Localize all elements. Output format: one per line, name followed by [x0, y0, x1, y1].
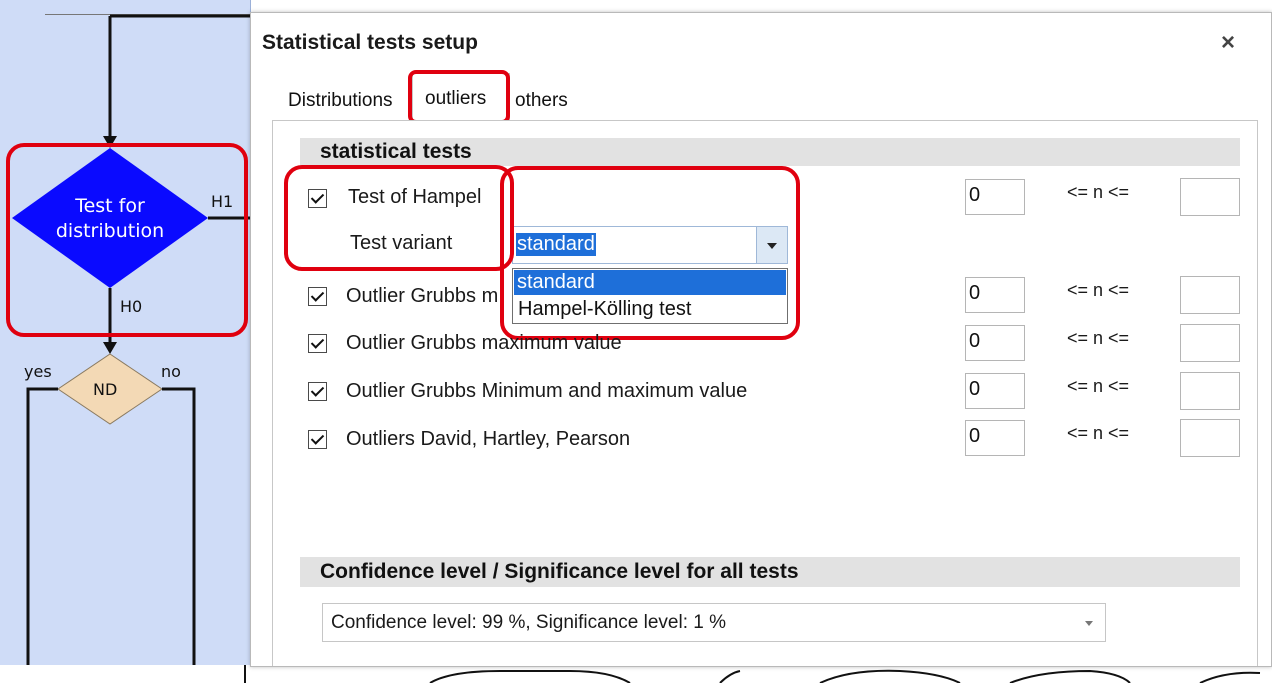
n-min-input-dhp[interactable]: 0 [965, 420, 1025, 456]
confidence-level-select[interactable]: Confidence level: 99 %, Significance lev… [322, 603, 1106, 642]
relation-label-grubbs-minmax: <= n <= [1067, 376, 1130, 396]
highlight-tab-outliers [408, 70, 510, 124]
tab-distributions[interactable]: Distributions [288, 90, 393, 112]
tab-others[interactable]: others [515, 90, 568, 112]
n-max-input-grubbs-min[interactable] [1180, 276, 1240, 314]
relation-label-grubbs-min: <= n <= [1067, 280, 1130, 300]
n-max-input-grubbs-max[interactable] [1180, 324, 1240, 362]
checkbox-outliers-dhp[interactable] [308, 430, 327, 449]
relation-label-hampel: <= n <= [1067, 182, 1130, 202]
chevron-down-icon[interactable] [1083, 616, 1095, 634]
label-outlier-grubbs-max: Outlier Grubbs maximum value [346, 332, 622, 354]
confidence-level-value: Confidence level: 99 %, Significance lev… [331, 612, 727, 633]
highlight-test-variant [500, 166, 800, 340]
section-confidence-level: Confidence level / Significance level fo… [300, 557, 1240, 587]
close-button[interactable]: × [1221, 29, 1235, 57]
highlight-decision [6, 143, 248, 337]
cropped-next-content [244, 665, 1261, 683]
n-min-input-grubbs-min[interactable]: 0 [965, 277, 1025, 313]
no-label: no [161, 362, 181, 381]
nd-label: ND [93, 380, 118, 399]
label-outliers-dhp: Outliers David, Hartley, Pearson [346, 428, 631, 450]
highlight-test-of-hampel [284, 165, 514, 271]
checkbox-outlier-grubbs-min[interactable] [308, 287, 327, 306]
n-max-input-grubbs-minmax[interactable] [1180, 372, 1240, 410]
label-outlier-grubbs-min: Outlier Grubbs m [346, 285, 499, 307]
n-min-input-hampel[interactable]: 0 [965, 179, 1025, 215]
n-min-input-grubbs-max[interactable]: 0 [965, 325, 1025, 361]
n-max-input-dhp[interactable] [1180, 419, 1240, 457]
relation-label-dhp: <= n <= [1067, 423, 1130, 443]
flow-arrowhead-h0 [103, 342, 117, 354]
flow-connector-yes [26, 387, 58, 665]
n-min-input-grubbs-minmax[interactable]: 0 [965, 373, 1025, 409]
label-outlier-grubbs-minmax: Outlier Grubbs Minimum and maximum value [346, 380, 748, 402]
yes-label: yes [24, 362, 52, 381]
checkbox-outlier-grubbs-minmax[interactable] [308, 382, 327, 401]
flow-connector-no [162, 387, 196, 665]
section-statistical-tests: statistical tests [300, 138, 1240, 166]
checkbox-outlier-grubbs-max[interactable] [308, 334, 327, 353]
n-max-input-hampel[interactable] [1180, 178, 1240, 216]
dialog-title: Statistical tests setup [262, 31, 478, 54]
relation-label-grubbs-max: <= n <= [1067, 328, 1130, 348]
